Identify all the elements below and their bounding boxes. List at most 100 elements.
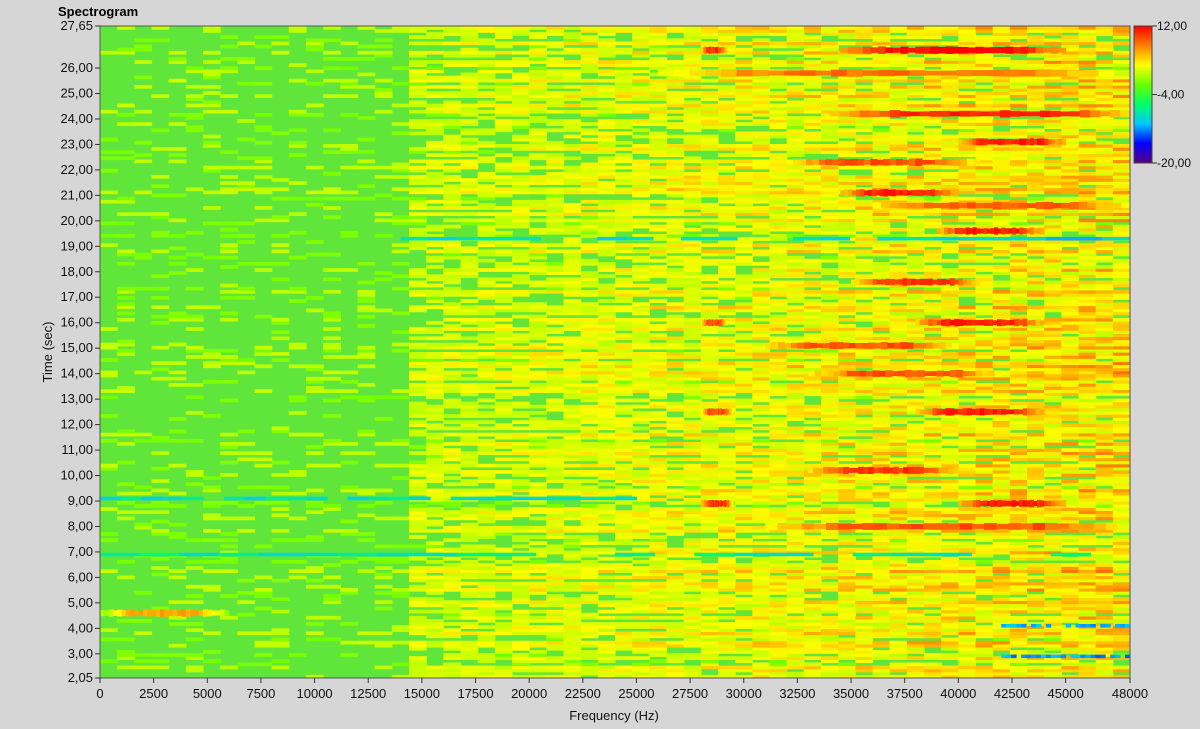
heat-cell [220,451,238,456]
heat-cell [254,662,273,667]
heat-cell [941,438,959,443]
heat-cell [632,615,650,620]
heat-cell [563,463,582,468]
heat-cell [803,404,822,409]
heat-cell [975,442,994,446]
heat-cell [597,600,616,605]
heat-cell [288,575,307,580]
heat-cell [718,327,736,331]
heat-cell [168,271,187,275]
heat-cell [426,432,444,437]
heat-cell [752,448,771,452]
heat-cell [615,510,633,515]
heat-cell [752,417,771,421]
heat-cell [786,497,805,502]
heat-cell [529,417,547,421]
heat-cell [494,383,513,387]
heat-cell [924,507,942,511]
heat-cell [1044,479,1062,483]
heat-cell [855,560,874,564]
heat-cell [924,609,942,614]
heat-cell [529,535,547,539]
heat-cell [100,538,118,542]
heat-cell [512,653,530,657]
heat-cell [855,438,874,443]
heat-cell [220,460,238,465]
heat-cell [426,619,444,623]
heat-cell [460,544,479,549]
heat-cell [649,265,668,269]
heat-cell [683,665,702,670]
heat-cell [443,426,462,431]
heat-cell [924,457,942,462]
heat-cell [615,665,633,670]
heat-cell [185,438,204,443]
heat-cell [477,410,496,415]
heat-cell [409,342,427,347]
heat-cell [443,556,462,561]
heat-cell [477,581,496,586]
heat-cell [529,650,547,654]
heat-cell [203,513,221,518]
heat-cell [512,525,530,530]
heat-cell [649,448,668,452]
heat-cell [340,389,359,393]
heat-cell [134,665,153,670]
heat-cell [254,314,273,319]
heat-cell [529,314,547,319]
heat-cell [649,665,668,670]
heat-cell [563,404,582,409]
heat-cell [443,662,462,667]
heat-cell [872,299,891,303]
heat-cell [700,383,719,387]
heat-cell [237,429,256,434]
heat-cell [391,463,410,468]
heat-cell [735,507,753,511]
heat-cell [615,305,633,310]
heat-cell [254,544,273,549]
heat-cell [580,581,599,586]
heat-cell [666,370,685,375]
heat-cell [340,622,359,626]
heat-cell [563,525,582,530]
heat-cell [683,507,702,511]
heat-cell [460,289,479,294]
heat-cell [889,265,908,269]
heat-cell [409,656,427,660]
heat-cell [1009,463,1028,468]
heat-cell [615,463,633,468]
heat-cell [975,560,994,564]
heat-cell [460,299,479,303]
heat-cell [494,622,513,626]
heat-cell [632,426,650,431]
heat-cell [546,420,565,425]
heat-cell [546,625,565,629]
heat-cell [700,283,719,288]
heat-cell [271,336,290,341]
heat-cell [151,510,170,515]
heat-cell [683,538,702,542]
heat-cell [1009,448,1028,452]
heat-cell [718,336,736,341]
heat-cell [426,336,444,341]
heat-cell [924,560,942,564]
heat-cell [460,560,479,564]
heat-cell [906,640,925,645]
heat-cell [1061,423,1080,428]
heat-cell [1078,662,1097,667]
heat-cell [563,581,582,586]
heat-cell [821,268,839,272]
heat-cell [391,569,410,574]
heat-cell [975,383,994,387]
heat-cell [889,426,908,431]
heat-cell [477,504,496,508]
heat-cell [271,358,290,362]
heat-cell [975,463,994,468]
heat-cell [718,615,736,620]
heat-cell [323,637,341,642]
heat-cell [340,640,359,645]
heat-cell [100,628,118,633]
heat-cell [409,429,427,434]
heat-cell [632,398,650,403]
heat-cell [271,609,290,614]
